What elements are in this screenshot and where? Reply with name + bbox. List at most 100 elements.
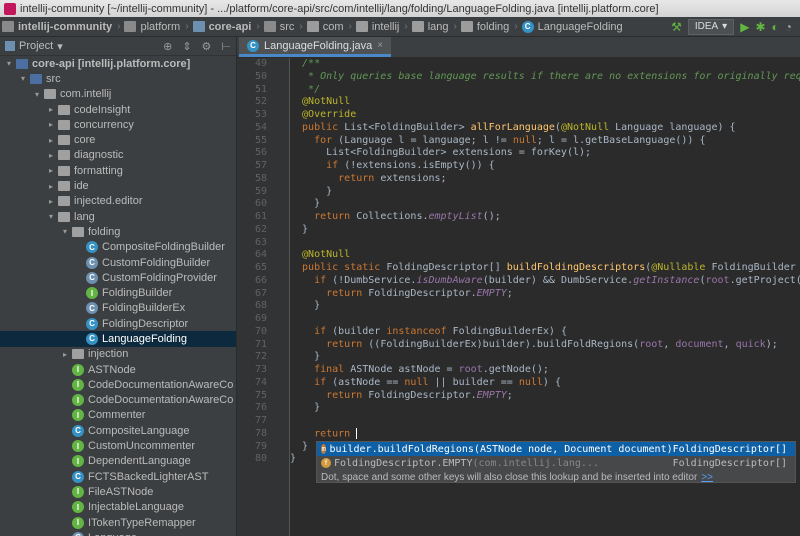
tree-item[interactable]: ▸ core: [0, 132, 236, 147]
tree-item[interactable]: ▸ injection: [0, 347, 236, 362]
tree-item[interactable]: I InjectableLanguage: [0, 500, 236, 515]
expanded-arrow-icon[interactable]: ▾: [32, 90, 42, 99]
breadcrumb-item[interactable]: src ›: [262, 21, 305, 33]
tree-item[interactable]: I ITokenTypeRemapper: [0, 515, 236, 530]
tree-item[interactable]: C CustomFoldingProvider: [0, 270, 236, 285]
tree-item[interactable]: I ASTNode: [0, 362, 236, 377]
tree-item[interactable]: C CompositeFoldingBuilder: [0, 240, 236, 255]
tree-item[interactable]: ▸ diagnostic: [0, 148, 236, 163]
code-token: .getProject()).isDu: [729, 274, 800, 286]
tree-item[interactable]: C CompositeLanguage: [0, 423, 236, 438]
code-token: root: [639, 338, 664, 350]
line-number: 62: [254, 223, 267, 235]
expanded-arrow-icon[interactable]: ▾: [4, 59, 14, 68]
chevron-right-icon: ›: [404, 21, 408, 32]
code-token: }: [290, 402, 321, 414]
more-link[interactable]: >>: [701, 472, 713, 483]
tree-item[interactable]: C FCTSBackedLighterAST: [0, 469, 236, 484]
completion-type: FoldingDescriptor[]: [672, 443, 787, 455]
tree-item[interactable]: I FileASTNode: [0, 484, 236, 499]
tree-item-label: codeInsight: [74, 103, 131, 116]
completion-text: FoldingDescriptor.EMPTY: [334, 457, 473, 469]
collapsed-arrow-icon[interactable]: ▸: [60, 350, 70, 359]
tree-item-label: src: [46, 72, 61, 85]
expanded-arrow-icon[interactable]: ▾: [60, 227, 70, 236]
class-icon: C: [72, 470, 84, 483]
tree-item[interactable]: ▾ core-api [intellij.platform.core]: [0, 56, 236, 71]
tree-item[interactable]: ▾ com.intellij: [0, 87, 236, 102]
tree-item[interactable]: ▸ injected.editor: [0, 194, 236, 209]
breadcrumb-item[interactable]: intellij ›: [354, 21, 410, 33]
run-icon[interactable]: ▶: [740, 20, 749, 34]
tree-item[interactable]: I DependentLanguage: [0, 454, 236, 469]
collapsed-arrow-icon[interactable]: ▸: [46, 105, 56, 114]
collapse-all-icon[interactable]: ⇕: [182, 40, 191, 53]
code-line: }: [290, 198, 800, 211]
coverage-icon[interactable]: ◐: [772, 20, 779, 34]
code-token: extensions;: [380, 172, 447, 184]
tab-language-folding[interactable]: C LanguageFolding.java ×: [239, 37, 392, 57]
tree-item[interactable]: ▾ lang: [0, 209, 236, 224]
tree-item[interactable]: ▸ formatting: [0, 163, 236, 178]
chevron-right-icon: ›: [185, 21, 189, 32]
breadcrumb-label: core-api: [208, 20, 252, 33]
tree-item[interactable]: C Language: [0, 530, 236, 536]
code-token: for: [290, 134, 339, 146]
code-token: }: [290, 185, 333, 197]
collapsed-arrow-icon[interactable]: ▸: [46, 182, 56, 191]
code-line: /**: [290, 58, 800, 71]
breadcrumb-item[interactable]: folding ›: [459, 21, 520, 33]
locate-icon[interactable]: ⊕: [163, 40, 172, 53]
breadcrumb-item[interactable]: intellij-community ›: [0, 21, 122, 33]
run-config-select[interactable]: IDEA ▾: [687, 18, 735, 35]
tree-item[interactable]: I Commenter: [0, 408, 236, 423]
collapsed-arrow-icon[interactable]: ▸: [46, 166, 56, 175]
code-token: */: [290, 83, 321, 95]
collapsed-arrow-icon[interactable]: ▸: [46, 197, 56, 206]
tree-item[interactable]: C FoldingDescriptor: [0, 316, 236, 331]
tree-item[interactable]: I CustomUncommenter: [0, 438, 236, 453]
code-token: (!DumbService.: [332, 274, 417, 286]
breadcrumb-item[interactable]: platform ›: [122, 21, 190, 33]
class-icon: C: [521, 20, 534, 33]
expanded-arrow-icon[interactable]: ▾: [46, 212, 56, 221]
breadcrumb-item[interactable]: C LanguageFolding: [520, 20, 625, 33]
tree-item[interactable]: ▸ concurrency: [0, 117, 236, 132]
tree-item[interactable]: ▾ src: [0, 71, 236, 86]
code-token: * Only queries base language results if …: [290, 70, 800, 82]
hide-icon[interactable]: ⊢: [221, 40, 231, 53]
tree-item[interactable]: C LanguageFolding: [0, 331, 236, 347]
code-token: document: [675, 338, 724, 350]
close-icon[interactable]: ×: [377, 40, 383, 51]
project-view-selector[interactable]: Project ▾: [5, 40, 63, 53]
code-token: Language: [615, 121, 670, 133]
build-icon[interactable]: ⚒: [671, 20, 682, 34]
interface-icon: I: [72, 378, 84, 391]
tree-item-label: folding: [88, 225, 121, 238]
code-token: @Override: [290, 109, 357, 120]
code-token: if: [290, 274, 333, 286]
collapsed-arrow-icon[interactable]: ▸: [46, 120, 56, 129]
tree-item[interactable]: ▾ folding: [0, 224, 236, 239]
breadcrumb-item[interactable]: lang ›: [410, 21, 459, 33]
breadcrumb-item[interactable]: com ›: [305, 21, 354, 33]
tree-item[interactable]: C FoldingBuilderEx: [0, 301, 236, 316]
completion-item[interactable]: f FoldingDescriptor.EMPTY (com.intellij.l…: [317, 456, 795, 470]
collapsed-arrow-icon[interactable]: ▸: [46, 151, 56, 160]
expanded-arrow-icon[interactable]: ▾: [18, 74, 28, 83]
tree-item[interactable]: ▸ ide: [0, 178, 236, 193]
profile-icon[interactable]: ◔: [785, 20, 792, 34]
gear-icon[interactable]: ⚙: [202, 40, 212, 53]
tree-item[interactable]: I FoldingBuilder: [0, 285, 236, 300]
collapsed-arrow-icon[interactable]: ▸: [46, 136, 56, 145]
tree-item[interactable]: I CodeDocumentationAwareCo: [0, 393, 236, 408]
debug-icon[interactable]: ✱: [755, 20, 765, 34]
breadcrumb-label: com: [322, 20, 344, 33]
code-line: if (!extensions.isEmpty()) {: [290, 160, 800, 173]
chevron-right-icon: ›: [299, 21, 303, 32]
tree-item[interactable]: ▸ codeInsight: [0, 102, 236, 117]
breadcrumb-item[interactable]: core-api ›: [191, 21, 262, 33]
tree-item[interactable]: C CustomFoldingBuilder: [0, 255, 236, 270]
tree-item[interactable]: I CodeDocumentationAwareCo: [0, 377, 236, 392]
completion-item[interactable]: m builder.buildFoldRegions(ASTNode node, …: [317, 442, 795, 456]
